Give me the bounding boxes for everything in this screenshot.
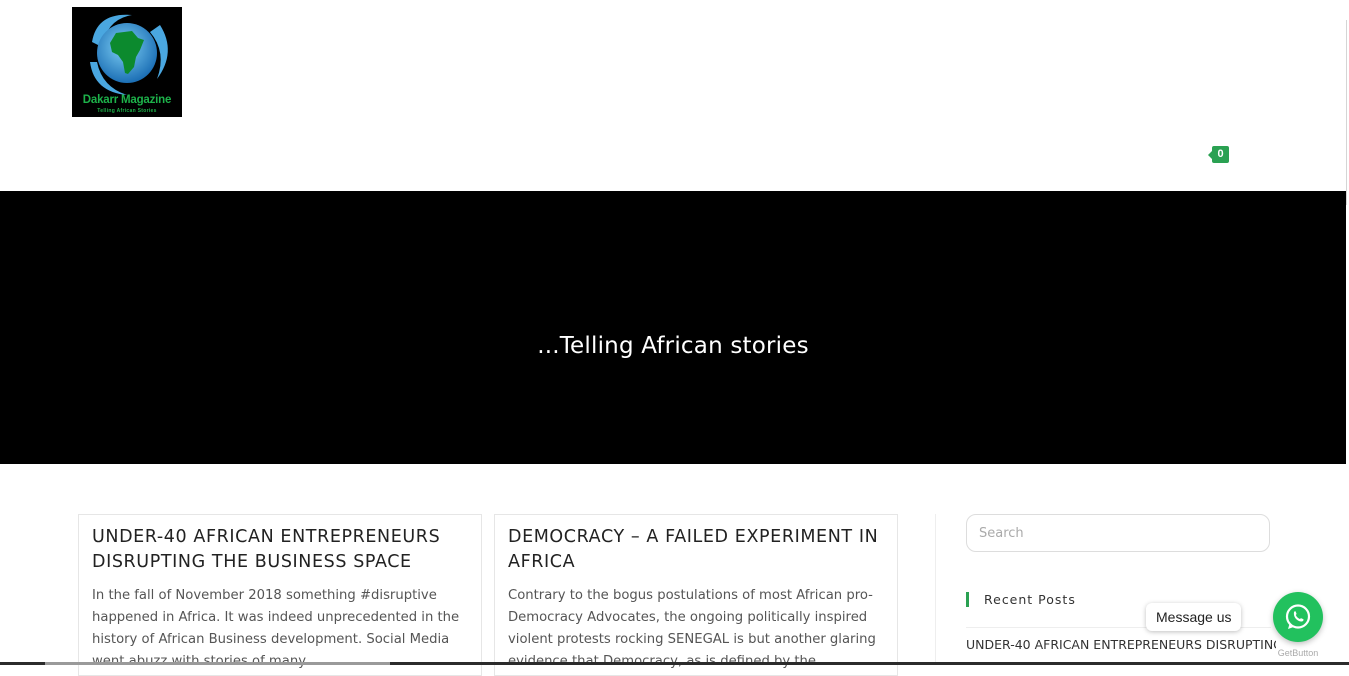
cart-count-badge[interactable]: 0 [1208,146,1229,163]
whatsapp-button[interactable] [1273,592,1323,642]
getbutton-branding[interactable]: GetButton [1273,648,1323,658]
site-header: Dakarr Magazine Telling African Stories … [0,0,1349,191]
recent-post-link[interactable]: UNDER-40 AFRICAN ENTREPRENEURS DISRUPTIN… [966,637,1276,652]
recent-posts-title: Recent Posts [966,592,1076,607]
hero-tagline: ...Telling African stories [537,333,809,359]
hero-banner: ...Telling African stories [0,191,1346,464]
site-logo[interactable]: Dakarr Magazine Telling African Stories [72,7,182,117]
whatsapp-icon [1285,604,1311,629]
post-card: UNDER-40 AFRICAN ENTREPRENEURS DISRUPTIN… [78,514,482,676]
logo-name: Dakarr Magazine [82,94,172,106]
post-title[interactable]: DEMOCRACY – A FAILED EXPERIMENT IN AFRIC… [508,525,888,575]
logo-tagline: Telling African Stories [97,108,157,114]
sidebar-divider [935,514,936,665]
post-excerpt: Contrary to the bogus postulations of mo… [508,588,876,669]
search-input[interactable] [966,514,1270,552]
message-us-bubble[interactable]: Message us [1146,603,1242,631]
post-excerpt: In the fall of November 2018 something #… [92,588,460,669]
post-title[interactable]: UNDER-40 AFRICAN ENTREPRENEURS DISRUPTIN… [92,525,472,575]
edge-divider [1346,20,1347,205]
post-card: DEMOCRACY – A FAILED EXPERIMENT IN AFRIC… [494,514,898,676]
